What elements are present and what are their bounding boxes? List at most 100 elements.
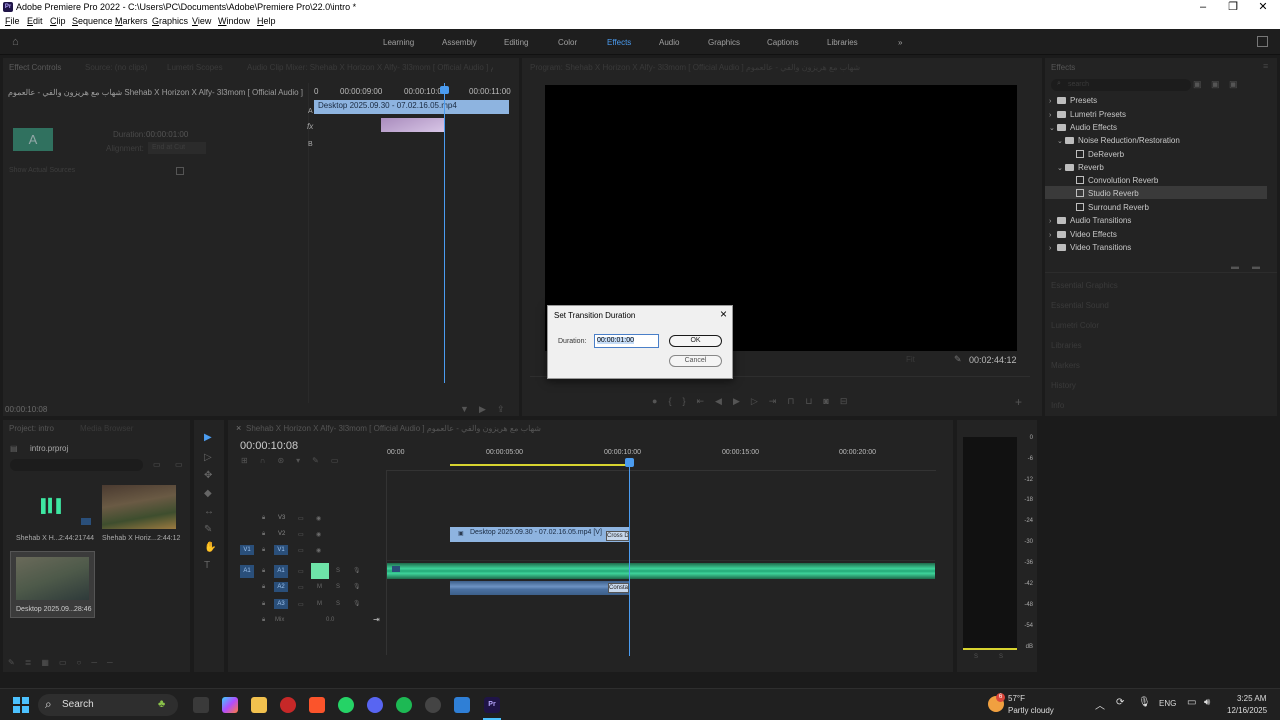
sync-icon[interactable]: ▭ [298,568,304,575]
lock-icon[interactable]: 🔒︎ [262,531,265,538]
mic-icon[interactable]: 🎙︎ [353,583,361,590]
filter-icon[interactable]: ▼ [460,404,469,414]
step-forward-icon[interactable]: ▷ [751,396,769,406]
workspace-assembly[interactable]: Assembly [442,38,477,47]
menu-file[interactable]: File [5,16,20,26]
effects-item-surround-reverb[interactable]: Surround Reverb [1076,203,1149,212]
captions-icon[interactable]: ▭ [331,456,351,465]
accelerated-effects-icon[interactable]: ▣ [1193,79,1202,90]
lock-icon[interactable]: 🔒︎ [262,547,265,554]
mute-icon[interactable]: M [317,601,322,607]
lift-icon[interactable]: ⊓ [787,396,805,406]
sync-icon[interactable]: ▭ [298,601,304,608]
effects-item-video-effects[interactable]: › Video Effects [1049,230,1117,239]
mic-tray-icon[interactable]: 🎙︎ [1138,697,1151,708]
new-bin-icon[interactable]: ▬ [1231,262,1239,271]
constant-power-transition[interactable]: Consta [608,583,629,593]
icon-view-icon[interactable]: ▦ [41,658,59,667]
effects-item-studio-reverb[interactable]: Studio Reverb [1076,189,1139,198]
lock-icon[interactable]: 🔒︎ [262,568,265,575]
panel-lumetri-color[interactable]: Lumetri Color [1051,321,1099,330]
32bit-effects-icon[interactable]: ▣ [1211,79,1220,90]
eye-icon[interactable]: ◉ [316,515,321,522]
tab-effect-controls[interactable]: Effect Controls [9,63,61,72]
selection-tool-icon[interactable]: ▶ [204,432,212,443]
menu-sequence[interactable]: Sequence [72,16,113,26]
tab-media-browser[interactable]: Media Browser [80,424,133,433]
solo-icon[interactable]: S [336,601,340,607]
alignment-select[interactable]: End at Cut [148,142,206,154]
menu-help[interactable]: Help [257,16,276,26]
pencil-icon[interactable]: ✎ [8,658,25,667]
razor-tool-icon[interactable]: ◆ [204,488,212,499]
workspace-audio[interactable]: Audio [659,38,679,47]
track-label-v2[interactable]: V2 [278,531,285,537]
pen-tool-icon[interactable]: ✎ [204,524,212,535]
list-view-icon[interactable]: ≣ [25,658,42,667]
effects-search-input[interactable]: ⌕ search [1051,79,1191,91]
go-to-out-icon[interactable]: ⇥ [769,396,788,406]
workspace-effects[interactable]: Effects [607,38,631,47]
timeline-tab[interactable]: Shehab X Horizon X Alfy- 3l3mom [ Offici… [246,424,546,433]
sync-icon[interactable]: ▭ [298,515,304,522]
close-tab-icon[interactable]: × [236,423,241,433]
solo-icon[interactable]: S [336,568,340,574]
effects-item-audio-effects[interactable]: ⌄ Audio Effects [1049,123,1117,132]
sync-icon[interactable]: ▭ [298,584,304,591]
share-icon[interactable] [1257,36,1268,47]
lock-icon[interactable]: 🔒︎ [262,601,265,608]
panel-essential-sound[interactable]: Essential Sound [1051,301,1109,310]
type-tool-icon[interactable]: T [204,560,210,571]
mix-value[interactable]: 0.0 [326,617,334,623]
effects-item-convolution-reverb[interactable]: Convolution Reverb [1076,176,1158,185]
step-back-icon[interactable]: ◀ [715,396,733,406]
end-icon[interactable]: ⇥ [373,615,380,624]
project-item-desktop-selected[interactable]: Desktop 2025.09... 28:46 [10,551,95,618]
tab-effects[interactable]: Effects [1051,63,1075,72]
track-label-a3[interactable]: A3 [274,599,288,609]
discord-icon[interactable] [367,697,383,713]
work-area-bar[interactable] [450,464,629,466]
hand-tool-icon[interactable]: ✋ [204,542,216,553]
track-label-v3[interactable]: V3 [278,515,285,521]
fit-select[interactable]: Fit [906,355,915,364]
source-patch-a1[interactable]: A1 [240,565,254,578]
lock-icon[interactable]: 🔒︎ [262,515,265,522]
go-to-in-icon[interactable]: ⇤ [696,396,715,406]
premiere-taskbar-icon[interactable]: Pr [484,697,500,713]
snap-icon[interactable]: ∩ [260,456,278,465]
language-indicator[interactable]: ENG [1159,699,1176,708]
lock-icon[interactable]: 🔒︎ [262,617,265,624]
tab-project[interactable]: Project: intro [9,424,54,433]
file-explorer-icon[interactable] [251,697,267,713]
mark-in-icon[interactable]: { [668,396,682,406]
freeform-view-icon[interactable]: ▭ [59,658,77,667]
volume-icon[interactable]: 🔊︎ [1204,697,1210,708]
track-label-a2[interactable]: A2 [274,582,288,592]
panel-libraries[interactable]: Libraries [1051,341,1082,350]
camera-icon[interactable]: ◙ [823,396,839,406]
eye-icon[interactable]: ◉ [316,531,321,538]
obs-icon[interactable] [425,697,441,713]
linked-selection-icon[interactable]: ⊛ [277,456,296,465]
audio-clip-a1[interactable] [387,563,935,579]
ok-button[interactable]: OK [669,335,722,347]
more-workspaces-icon[interactable]: » [898,38,902,47]
mic-icon[interactable]: 🎙︎ [353,600,361,607]
workspace-graphics[interactable]: Graphics [708,38,740,47]
workspace-captions[interactable]: Captions [767,38,799,47]
workspace-color[interactable]: Color [558,38,577,47]
cancel-button[interactable]: Cancel [669,355,722,367]
clip-v2[interactable]: Desktop 2025.09.30 - 07.02.16.05.mp4 [V] [450,527,629,542]
effects-item-dereverb[interactable]: DeReverb [1076,150,1124,159]
eye-icon[interactable]: ◉ [316,547,321,554]
effects-item-reverb[interactable]: ⌄ Reverb [1057,163,1104,172]
panel-history[interactable]: History [1051,381,1076,390]
mark-out-icon[interactable]: } [682,396,696,406]
panel-essential-graphics[interactable]: Essential Graphics [1051,281,1118,290]
taskbar-search-box[interactable]: ⌕ Search ♣ [38,694,178,716]
menu-graphics[interactable]: Graphics [152,16,188,26]
mini-clip-a[interactable]: Desktop 2025.09.30 - 07.02.16.05.mp4 [314,100,509,114]
effects-item-audio-transitions[interactable]: › Audio Transitions [1049,216,1131,225]
menu-view[interactable]: View [192,16,211,26]
